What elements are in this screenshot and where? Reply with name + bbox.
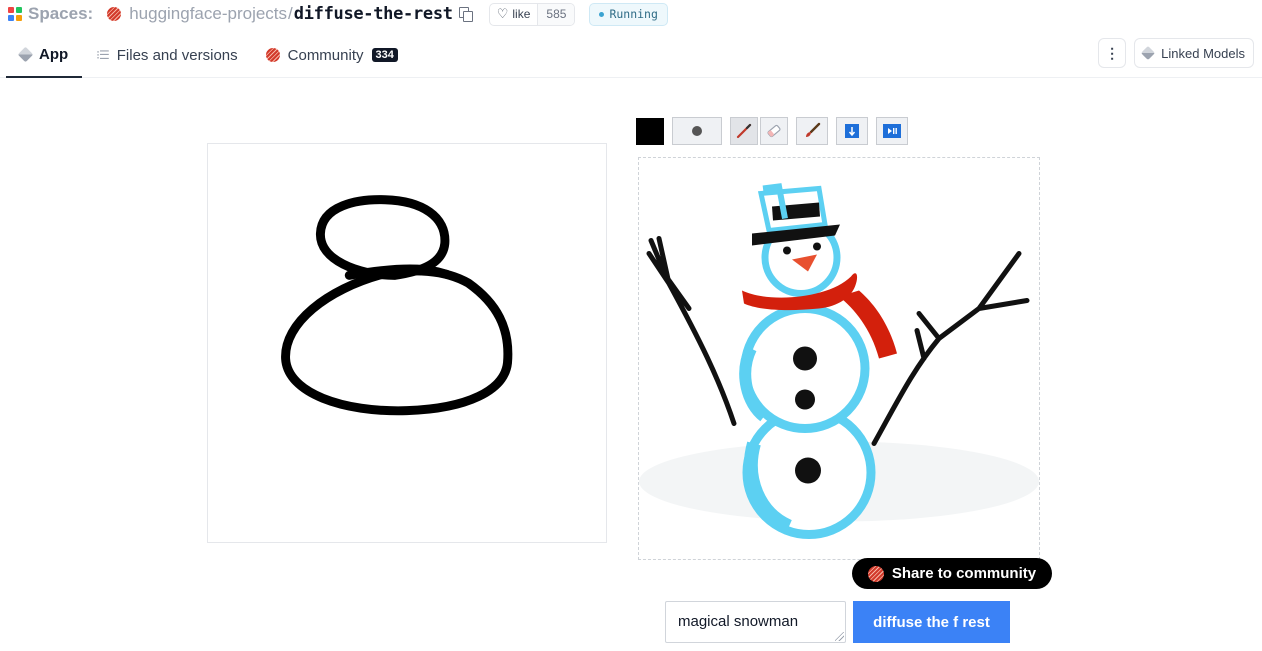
brush-tool-button[interactable] — [796, 117, 828, 145]
space-titlebar: Spaces: huggingface-projects / diffuse-t… — [8, 2, 668, 26]
share-to-community-button[interactable]: Share to community — [852, 558, 1052, 589]
linked-models-button[interactable]: Linked Models — [1134, 38, 1254, 68]
play-pause-button[interactable] — [876, 117, 908, 145]
status-text: Running — [609, 7, 658, 21]
copy-icon[interactable] — [458, 7, 473, 22]
hf-logo-icon — [867, 565, 884, 582]
share-button-label: Share to community — [891, 565, 1037, 582]
status-dot-icon — [599, 11, 605, 17]
generated-image — [638, 157, 1040, 560]
heart-icon: ♡ — [496, 6, 509, 21]
like-button[interactable]: ♡ like — [490, 4, 538, 25]
like-widget: ♡ like 585 — [488, 2, 576, 26]
path-separator: / — [288, 4, 293, 23]
download-button[interactable] — [836, 117, 868, 145]
tab-app[interactable]: App — [6, 33, 83, 78]
header-actions: ⋮ Linked Models — [1098, 38, 1254, 68]
textarea-resize-handle[interactable] — [835, 632, 844, 641]
tab-app-label: App — [39, 46, 69, 63]
cube-icon — [1141, 45, 1156, 61]
download-icon — [845, 124, 859, 138]
space-tabs: App ⁝☰ Files and versions Community 334 — [6, 33, 412, 78]
files-icon: ⁝☰ — [96, 48, 110, 62]
eraser-tool-button[interactable] — [760, 117, 788, 145]
snowman-image — [639, 183, 1039, 539]
org-avatar-icon — [107, 7, 122, 21]
pencil-tool-button[interactable] — [730, 117, 758, 145]
pencil-icon — [736, 123, 752, 139]
app-icon — [17, 46, 34, 63]
diffuse-submit-button[interactable]: diffuse the f rest — [853, 601, 1010, 643]
like-count[interactable]: 585 — [537, 3, 575, 25]
spaces-label[interactable]: Spaces: — [28, 4, 93, 24]
tab-files-label: Files and versions — [116, 46, 238, 64]
org-name-link[interactable]: huggingface-projects — [129, 4, 287, 24]
play-icon — [883, 124, 901, 138]
sketch-drawing — [281, 195, 513, 416]
sketch-canvas[interactable] — [207, 143, 607, 543]
status-badge[interactable]: Running — [589, 2, 668, 26]
stroke-size-button[interactable] — [672, 117, 722, 145]
stroke-size-icon — [692, 126, 702, 136]
eraser-icon — [767, 124, 781, 138]
tab-community[interactable]: Community 334 — [252, 33, 412, 77]
brush-icon — [806, 122, 821, 137]
brush-color-swatch[interactable] — [636, 118, 664, 145]
community-count-badge: 334 — [371, 48, 398, 62]
spaces-icon — [8, 7, 22, 21]
space-header: Spaces: huggingface-projects / diffuse-t… — [0, 0, 1262, 78]
tab-files-and-versions[interactable]: ⁝☰ Files and versions — [82, 33, 251, 77]
linked-models-label: Linked Models — [1161, 45, 1245, 61]
repo-name-link[interactable]: diffuse-the-rest — [294, 4, 453, 24]
like-label: like — [512, 7, 531, 21]
tab-community-label: Community — [287, 46, 364, 64]
community-hf-icon — [265, 48, 280, 62]
prompt-input[interactable]: magical snowman — [665, 601, 846, 643]
more-options-button[interactable]: ⋮ — [1098, 38, 1127, 68]
